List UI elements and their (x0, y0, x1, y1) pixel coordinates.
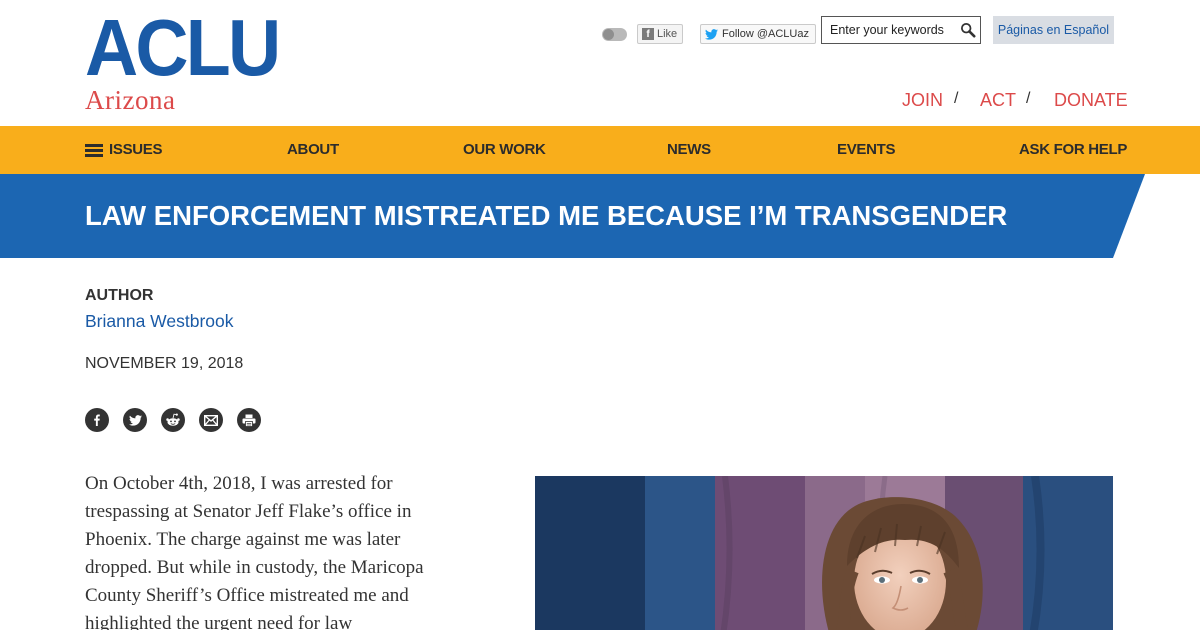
donate-link[interactable]: DONATE (1054, 90, 1128, 111)
site-search (821, 16, 981, 44)
author-photo (535, 476, 1113, 630)
toggle-switch[interactable] (602, 28, 627, 41)
main-navigation: ISSUES ABOUT OUR WORK NEWS EVENTS ASK FO… (0, 126, 1200, 174)
aclu-arizona-logo[interactable]: ACLU Arizona (85, 3, 295, 115)
reddit-icon[interactable] (161, 408, 185, 432)
action-separator: / (954, 90, 959, 107)
facebook-icon: f (642, 28, 654, 40)
twitter-follow-button[interactable]: Follow @ACLUaz (700, 24, 816, 44)
facebook-like-button[interactable]: f Like (637, 24, 684, 44)
body-line: dropped. But while in custody, the Maric… (85, 557, 424, 578)
join-link[interactable]: JOIN (902, 90, 943, 111)
logo-wordmark: ACLU (85, 3, 281, 92)
body-line: Phoenix. The charge against me was later (85, 529, 401, 550)
search-icon[interactable] (960, 22, 976, 38)
twitter-follow-label: Follow @ACLUaz (722, 28, 809, 40)
twitter-icon (705, 28, 718, 40)
email-icon[interactable] (199, 408, 223, 432)
share-bar (85, 408, 261, 432)
nav-item-news[interactable]: NEWS (667, 126, 711, 174)
facebook-icon[interactable] (85, 408, 109, 432)
nav-item-issues[interactable]: ISSUES (109, 126, 163, 174)
nav-item-events[interactable]: EVENTS (837, 126, 896, 174)
search-input[interactable] (830, 21, 958, 39)
facebook-like-label: Like (657, 28, 678, 40)
nav-item-our-work[interactable]: OUR WORK (463, 126, 546, 174)
publish-date: NOVEMBER 19, 2018 (85, 355, 244, 372)
nav-item-ask-for-help[interactable]: ASK FOR HELP (1019, 126, 1127, 174)
article-body: On October 4th, 2018, I was arrested for… (85, 470, 485, 630)
body-line: trespassing at Senator Jeff Flake’s offi… (85, 501, 412, 522)
action-links: JOIN / ACT / DONATE (898, 90, 1128, 114)
body-line: highlighted the urgent need for law (85, 613, 353, 630)
twitter-icon[interactable] (123, 408, 147, 432)
body-line: County Sheriff’s Office mistreated me an… (85, 585, 409, 606)
action-separator: / (1026, 90, 1031, 107)
author-label: AUTHOR (85, 287, 154, 304)
hamburger-menu-icon[interactable] (85, 144, 103, 157)
print-icon[interactable] (237, 408, 261, 432)
act-link[interactable]: ACT (980, 90, 1016, 111)
author-link[interactable]: Brianna Westbrook (85, 311, 234, 332)
page-title: LAW ENFORCEMENT MISTREATED ME BECAUSE I’… (85, 200, 1008, 231)
nav-item-about[interactable]: ABOUT (287, 126, 339, 174)
body-line: On October 4th, 2018, I was arrested for (85, 473, 393, 494)
spanish-pages-link[interactable]: Páginas en Español (993, 16, 1114, 44)
